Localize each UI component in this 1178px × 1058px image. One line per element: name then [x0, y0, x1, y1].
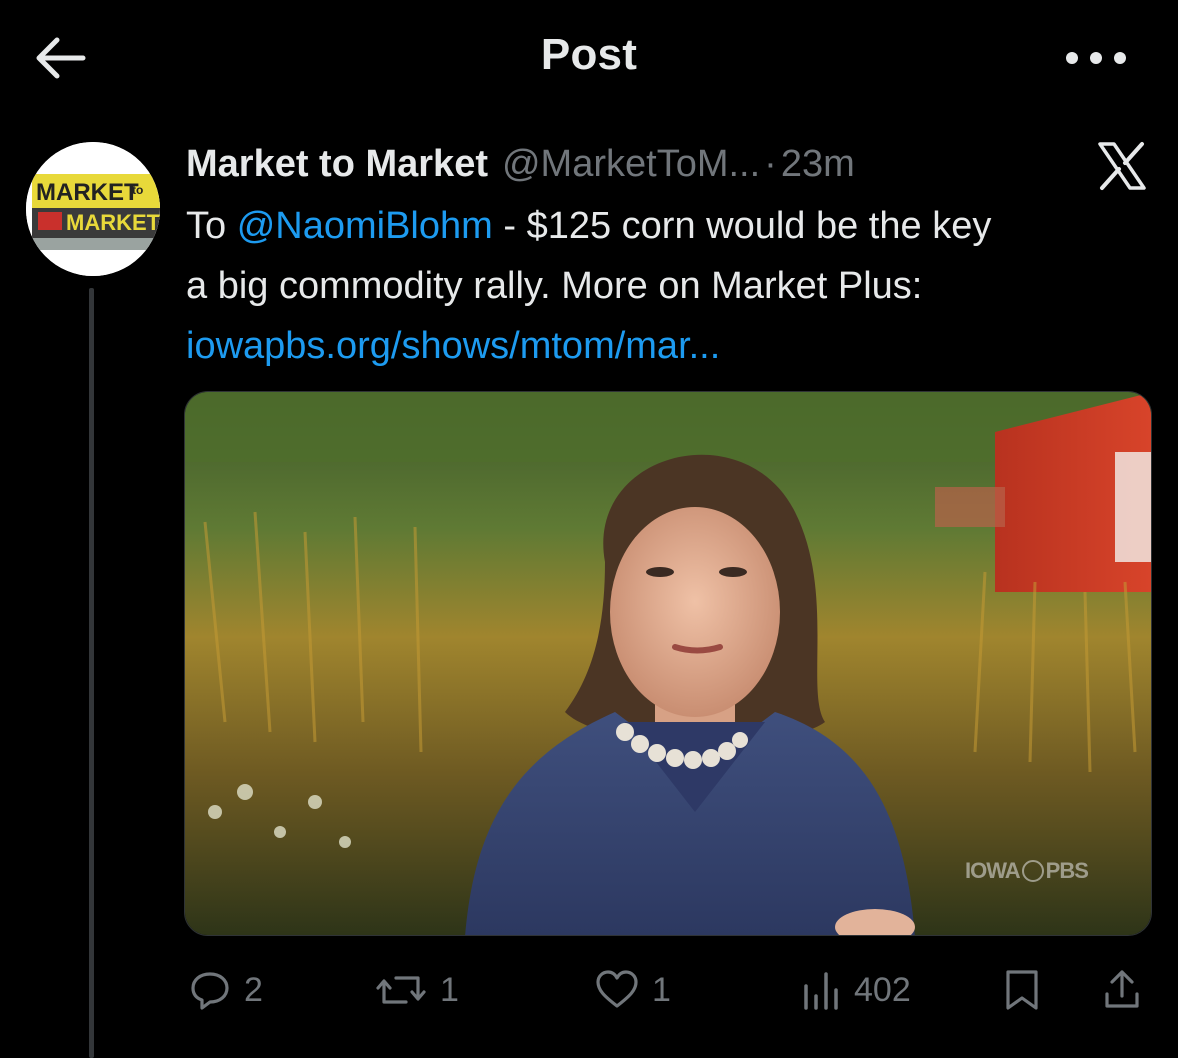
author-name[interactable]: Market to Market	[186, 143, 488, 186]
post-header: Market to Market @MarketToM... · 23m	[186, 140, 855, 188]
more-options-button[interactable]	[1060, 36, 1132, 80]
post-text-line-2: a big commodity rally. More on Market Pl…	[186, 265, 923, 307]
like-count: 1	[652, 970, 671, 1009]
share-button[interactable]	[1102, 960, 1142, 1020]
repost-count: 1	[440, 970, 459, 1009]
author-handle[interactable]: @MarketToM...	[502, 143, 760, 186]
bookmark-icon	[1006, 970, 1038, 1010]
watermark-right: PBS	[1045, 858, 1089, 883]
watermark-left: IOWA	[965, 858, 1021, 883]
market-to-market-logo: MARKET to MARKET	[26, 142, 160, 276]
reply-count: 2	[244, 970, 263, 1009]
post-text-line-1: To @NaomiBlohm - $125 corn would be the …	[186, 196, 1161, 256]
post-image[interactable]: IOWA PBS	[184, 391, 1152, 936]
post-text: To @NaomiBlohm - $125 corn would be the …	[186, 196, 1161, 376]
logo-text-1: MARKET	[36, 179, 139, 206]
video-frame	[185, 392, 1151, 935]
text-prefix: To	[186, 205, 237, 247]
top-bar: Post	[0, 0, 1178, 118]
post-time[interactable]: 23m	[781, 143, 855, 186]
repost-button[interactable]: 1	[374, 960, 459, 1020]
share-icon	[1105, 970, 1139, 1008]
reply-icon	[191, 972, 229, 1010]
reply-button[interactable]: 2	[188, 960, 263, 1020]
avatar[interactable]: MARKET to MARKET	[26, 142, 160, 276]
repost-icon	[376, 976, 426, 1004]
mention-link[interactable]: @NaomiBlohm	[237, 205, 493, 247]
logo-text-2: MARKET	[66, 210, 160, 235]
more-horizontal-icon	[1066, 52, 1126, 64]
watermark: IOWA PBS	[965, 858, 1089, 884]
bookmark-button[interactable]	[1002, 960, 1042, 1020]
text-suffix: - $125 corn would be the key	[492, 205, 992, 247]
separator-dot: ·	[764, 142, 777, 185]
thread-line	[89, 288, 94, 1058]
views-count: 402	[854, 970, 911, 1009]
heart-icon	[596, 970, 638, 1008]
like-button[interactable]: 1	[594, 960, 671, 1020]
x-logo-icon	[1094, 138, 1150, 194]
external-link[interactable]: iowapbs.org/shows/mtom/mar...	[186, 316, 1161, 376]
logo-text-to: to	[132, 183, 143, 197]
pbs-logo-icon	[1021, 860, 1044, 882]
views-button[interactable]: 402	[800, 960, 911, 1020]
views-chart-icon	[804, 972, 838, 1010]
action-bar: 2 1 1 402	[184, 960, 1154, 1020]
page-title: Post	[540, 30, 638, 79]
